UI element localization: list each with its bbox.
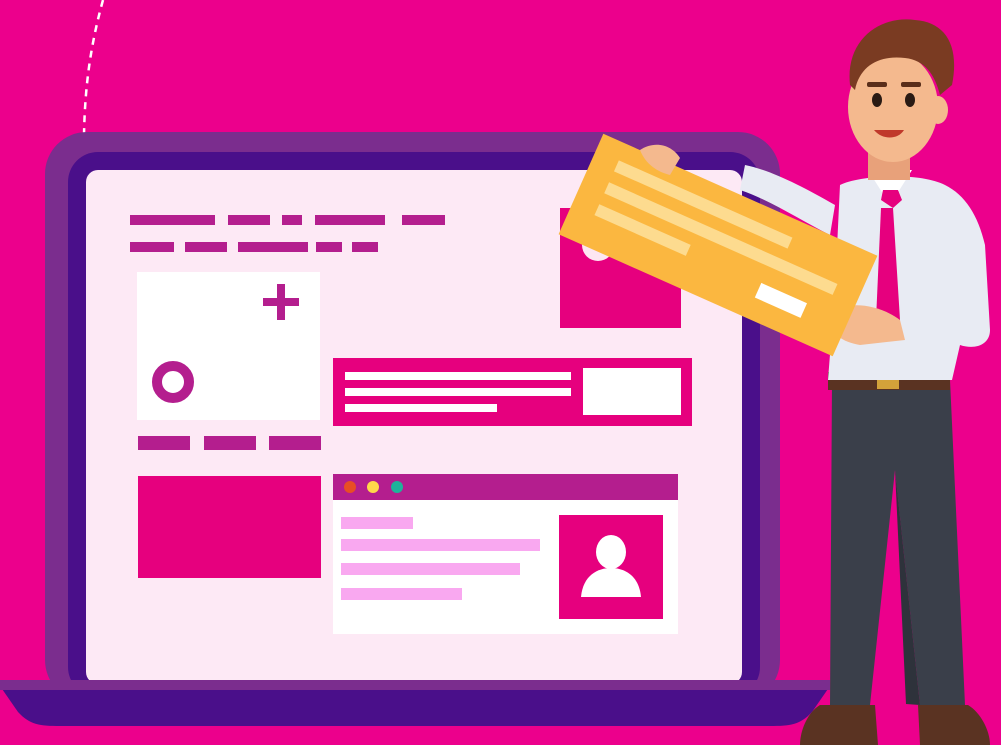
right-eyebrow	[901, 82, 921, 87]
right-eye	[905, 93, 915, 107]
yellow-card[interactable]	[558, 133, 878, 357]
right-sleeve	[945, 190, 986, 335]
left-shoe	[800, 705, 878, 745]
left-eye	[872, 93, 882, 107]
left-eyebrow	[867, 82, 887, 87]
ear	[928, 96, 948, 124]
right-shoe	[918, 705, 990, 745]
businessman-illustration	[558, 19, 990, 745]
pants	[830, 380, 965, 705]
